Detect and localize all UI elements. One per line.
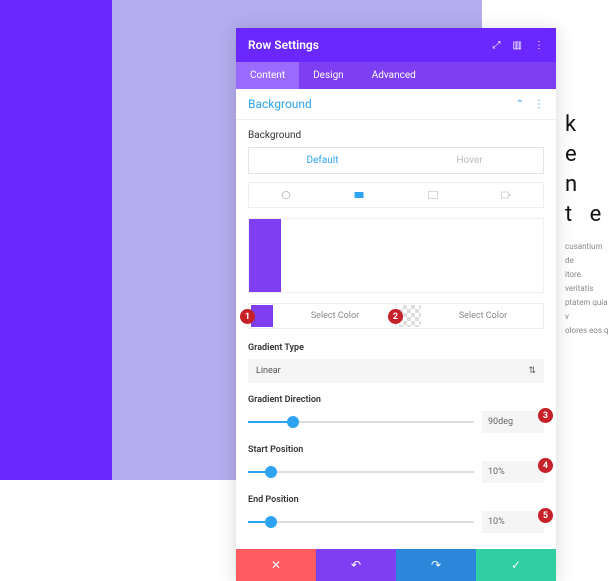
select-color-2-label: Select Color (423, 311, 543, 321)
field-label-background: Background (248, 130, 544, 141)
collapse-icon[interactable]: ⌃ (516, 99, 524, 110)
section-title: Background (248, 97, 312, 111)
field-end-position: End Position 10% 5 (248, 495, 544, 533)
preview-fill (249, 219, 281, 292)
settings-panel: Row Settings ⤢ ▥ ⋮ Content Design Advanc… (236, 28, 556, 581)
gradient-type-label: Gradient Type (248, 343, 544, 353)
columns-icon[interactable]: ▥ (513, 40, 522, 51)
state-tab-hover[interactable]: Hover (396, 148, 543, 173)
annotation-badge-4: 4 (538, 458, 553, 473)
field-gradient-direction: Gradient Direction 90deg 3 (248, 395, 544, 433)
color-stop-1[interactable]: 1 Select Color (248, 303, 396, 329)
bg-mode-gradient[interactable] (323, 183, 397, 207)
panel-body: Background Default Hover 1 Select Color … (236, 120, 556, 545)
gradient-direction-slider[interactable] (248, 421, 474, 423)
field-start-position: Start Position 10% 4 (248, 445, 544, 483)
tab-design[interactable]: Design (299, 62, 358, 89)
panel-title: Row Settings (248, 38, 319, 52)
titlebar: Row Settings ⤢ ▥ ⋮ (236, 28, 556, 62)
bg-mode-video[interactable] (470, 183, 544, 207)
select-color-1-label: Select Color (275, 311, 395, 321)
expand-icon[interactable]: ⤢ (493, 40, 501, 51)
footer-actions: ✕ ↶ ↷ ✓ (236, 549, 556, 581)
gradient-preview (248, 218, 544, 293)
end-position-label: End Position (248, 495, 544, 505)
tab-advanced[interactable]: Advanced (358, 62, 430, 89)
bg-mode-color[interactable] (249, 183, 323, 207)
start-position-label: Start Position (248, 445, 544, 455)
cancel-button[interactable]: ✕ (236, 549, 316, 581)
annotation-badge-3: 3 (538, 408, 553, 423)
gradient-direction-value[interactable]: 90deg (482, 411, 544, 433)
state-tab-default[interactable]: Default (249, 148, 396, 173)
field-gradient-type: Gradient Type Linear ⇅ (248, 343, 544, 383)
section-header[interactable]: Background ⌃ ⋮ (236, 89, 556, 120)
menu-icon[interactable]: ⋮ (534, 40, 544, 51)
end-position-slider[interactable] (248, 521, 474, 523)
annotation-badge-2: 2 (388, 309, 403, 324)
bg-mode-tabs (248, 182, 544, 208)
undo-button[interactable]: ↶ (316, 549, 396, 581)
end-position-value[interactable]: 10% (482, 511, 544, 533)
start-position-value[interactable]: 10% (482, 461, 544, 483)
color-stop-2[interactable]: 2 Select Color (396, 303, 544, 329)
bg-mode-image[interactable] (396, 183, 470, 207)
section-menu-icon[interactable]: ⋮ (534, 99, 544, 110)
gradient-direction-label: Gradient Direction (248, 395, 544, 405)
page-hero-text: k e n t e (565, 110, 610, 230)
save-button[interactable]: ✓ (476, 549, 556, 581)
tab-content[interactable]: Content (236, 62, 299, 89)
page-lorem: cusantium de itore veritatis ptatem quia… (565, 240, 610, 338)
page-bg-left (0, 0, 112, 480)
annotation-badge-1: 1 (240, 309, 255, 324)
select-arrows-icon: ⇅ (528, 366, 536, 376)
state-tabs: Default Hover (248, 147, 544, 174)
start-position-slider[interactable] (248, 471, 474, 473)
gradient-type-select[interactable]: Linear ⇅ (248, 359, 544, 383)
annotation-badge-5: 5 (538, 508, 553, 523)
main-tabs: Content Design Advanced (236, 62, 556, 89)
redo-button[interactable]: ↷ (396, 549, 476, 581)
